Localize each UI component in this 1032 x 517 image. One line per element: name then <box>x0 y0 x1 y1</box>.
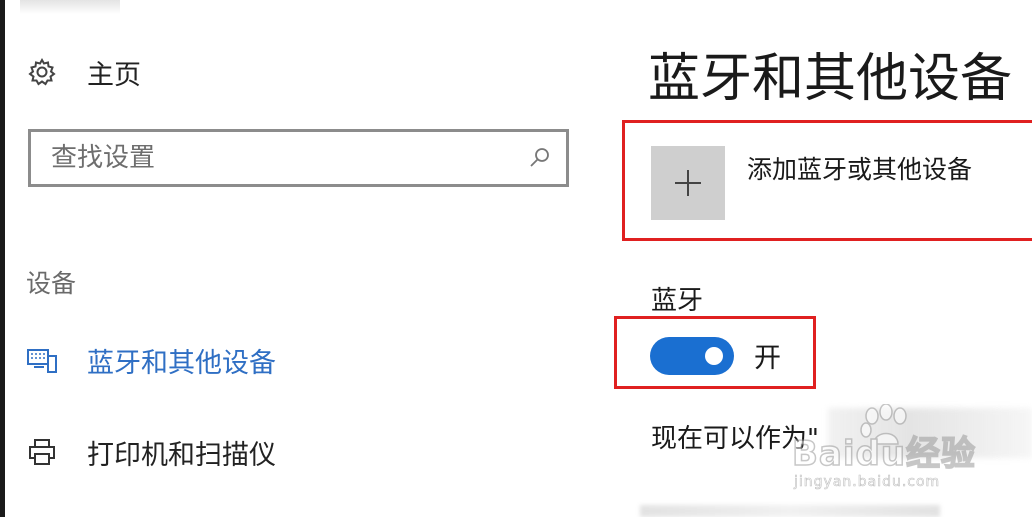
toggle-knob <box>705 346 723 365</box>
watermark-text-row: Baidu经验 <box>791 426 977 475</box>
page-title: 蓝牙和其他设备 <box>648 49 1013 109</box>
gear-icon <box>25 55 59 89</box>
bluetooth-toggle-row: 开 <box>650 336 781 375</box>
bluetooth-heading: 蓝牙 <box>651 286 704 316</box>
top-fade <box>20 0 120 14</box>
window-edge <box>0 0 5 517</box>
sidebar-item-label: 蓝牙和其他设备 <box>87 347 276 379</box>
bottom-blurred-text <box>640 505 940 517</box>
baidu-watermark: Baidu经验 jingyan.baidu.com <box>791 402 982 498</box>
sidebar-item-bluetooth[interactable]: 蓝牙和其他设备 <box>25 340 276 380</box>
watermark-logo-text: Baidu经验 <box>791 433 977 475</box>
sidebar-item-printers[interactable]: 打印机和扫描仪 <box>25 432 276 472</box>
bluetooth-devices-icon <box>25 343 59 377</box>
search-input[interactable] <box>49 142 513 174</box>
add-device-button[interactable]: 添加蓝牙或其他设备 <box>651 146 972 220</box>
bluetooth-toggle[interactable] <box>650 336 734 375</box>
sidebar-item-label: 打印机和扫描仪 <box>87 439 276 471</box>
sidebar-home[interactable]: 主页 <box>25 52 141 92</box>
watermark-url: jingyan.baidu.com <box>794 474 941 491</box>
plus-icon <box>651 146 725 220</box>
search-box[interactable] <box>28 129 569 187</box>
section-label-devices: 设备 <box>26 269 77 298</box>
printer-icon <box>25 435 59 469</box>
sidebar-home-label: 主页 <box>87 59 141 91</box>
search-icon[interactable] <box>528 146 552 170</box>
settings-window: 主页 设备 蓝牙和其他设备 <box>0 0 1032 517</box>
toggle-state-label: 开 <box>754 343 781 374</box>
add-device-label: 添加蓝牙或其他设备 <box>747 155 973 184</box>
